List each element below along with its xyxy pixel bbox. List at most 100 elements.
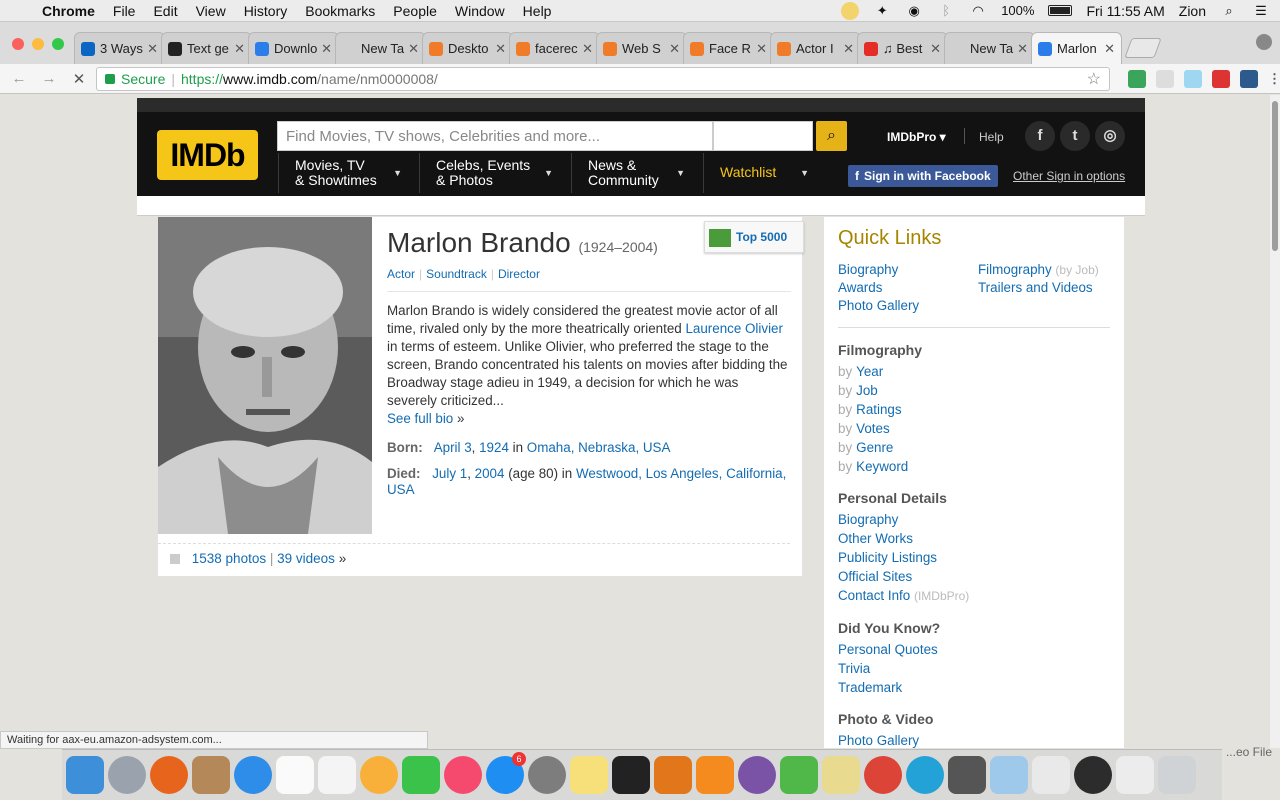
- actor-portrait[interactable]: [158, 217, 372, 534]
- quicktime-icon[interactable]: [1074, 756, 1112, 794]
- stickies-icon[interactable]: [822, 756, 860, 794]
- videos-link[interactable]: 39 videos: [277, 551, 335, 566]
- filmography-sort-link[interactable]: Votes: [856, 421, 890, 436]
- imdbpro-link[interactable]: IMDbPro ▾: [887, 130, 946, 144]
- other-works-link[interactable]: Other Works: [838, 531, 913, 546]
- browser-tab[interactable]: Face R ✕: [683, 32, 774, 64]
- scrollbar-thumb[interactable]: [1272, 101, 1278, 251]
- personal-quotes-link[interactable]: Personal Quotes: [838, 642, 938, 657]
- calendar-icon[interactable]: [276, 756, 314, 794]
- extension-grey-icon[interactable]: [1156, 70, 1174, 88]
- back-button[interactable]: ←: [8, 70, 30, 87]
- search-icon[interactable]: ⌕: [816, 121, 847, 151]
- nav-news[interactable]: News & Community ▼: [571, 153, 695, 193]
- menu-help[interactable]: Help: [523, 3, 552, 19]
- birth-place-link[interactable]: Omaha, Nebraska, USA: [527, 440, 671, 455]
- twitter-icon[interactable]: t: [1060, 121, 1090, 151]
- tab-close-icon[interactable]: ✕: [147, 41, 158, 57]
- menu-view[interactable]: View: [196, 3, 226, 19]
- viber-icon[interactable]: [738, 756, 776, 794]
- address-bar[interactable]: Secure | https:// www.imdb.com /name/nm0…: [96, 67, 1110, 91]
- help-link[interactable]: Help: [979, 130, 1004, 144]
- maximize-window-button[interactable]: [52, 38, 64, 50]
- personal-biography-link[interactable]: Biography: [838, 512, 898, 527]
- facebook-signin-button[interactable]: f Sign in with Facebook: [848, 165, 998, 187]
- search-input[interactable]: Find Movies, TV shows, Celebrities and m…: [277, 121, 713, 151]
- quick-biography-link[interactable]: Biography: [838, 262, 978, 277]
- utorrent-icon[interactable]: [780, 756, 818, 794]
- profile-icon[interactable]: [1256, 34, 1272, 50]
- death-year-link[interactable]: 2004: [475, 466, 505, 481]
- safari-icon[interactable]: [234, 756, 272, 794]
- notes-icon[interactable]: [570, 756, 608, 794]
- photos-link[interactable]: 1538 photos: [192, 551, 266, 566]
- trademark-link[interactable]: Trademark: [838, 680, 902, 695]
- vlc-icon[interactable]: [696, 756, 734, 794]
- battery-icon[interactable]: [1048, 5, 1073, 16]
- role-actor-link[interactable]: Actor: [387, 267, 415, 281]
- tab-close-icon[interactable]: ✕: [495, 41, 506, 57]
- tab-close-icon[interactable]: ✕: [321, 41, 332, 57]
- menu-window[interactable]: Window: [455, 3, 505, 19]
- record-icon[interactable]: ◉: [905, 3, 923, 18]
- tab-close-icon[interactable]: ✕: [669, 41, 680, 57]
- minimize-window-button[interactable]: [32, 38, 44, 50]
- tab-close-icon[interactable]: ✕: [408, 41, 419, 57]
- notification-center-icon[interactable]: ☰: [1252, 3, 1270, 18]
- forward-button[interactable]: →: [38, 70, 60, 87]
- filmography-sort-link[interactable]: Ratings: [856, 402, 901, 417]
- tab-close-icon[interactable]: ✕: [1017, 41, 1028, 57]
- tab-close-icon[interactable]: ✕: [234, 41, 245, 57]
- menu-bookmarks[interactable]: Bookmarks: [305, 3, 375, 19]
- other-signin-link[interactable]: Other Sign in options: [1013, 169, 1125, 183]
- browser-tab[interactable]: Downlo ✕: [248, 32, 339, 64]
- chrome-menu-icon[interactable]: ⋮: [1268, 70, 1280, 88]
- official-sites-link[interactable]: Official Sites: [838, 569, 912, 584]
- facetime-icon[interactable]: [402, 756, 440, 794]
- filmography-sort-link[interactable]: Keyword: [856, 459, 908, 474]
- filmography-sort-link[interactable]: Year: [856, 364, 883, 379]
- menu-file[interactable]: File: [113, 3, 136, 19]
- new-tab-button[interactable]: [1124, 38, 1162, 58]
- trash-icon[interactable]: [1158, 756, 1196, 794]
- extension-save-icon[interactable]: [1240, 70, 1258, 88]
- virtualbox-icon[interactable]: [990, 756, 1028, 794]
- death-date-link[interactable]: July 1: [432, 466, 467, 481]
- starmeter-badge[interactable]: Top 5000: [704, 221, 804, 253]
- markdown-icon[interactable]: [906, 756, 944, 794]
- instagram-icon[interactable]: ◎: [1095, 121, 1125, 151]
- wifi-icon[interactable]: ◠: [969, 3, 987, 18]
- bookmark-star-icon[interactable]: ☆: [1087, 69, 1101, 89]
- photos-icon[interactable]: [360, 756, 398, 794]
- browser-tab[interactable]: Deskto ✕: [422, 32, 513, 64]
- menu-people[interactable]: People: [393, 3, 437, 19]
- see-full-bio-link[interactable]: See full bio: [387, 411, 453, 426]
- nav-movies-tv[interactable]: Movies, TV & Showtimes ▼: [278, 153, 412, 193]
- publicity-listings-link[interactable]: Publicity Listings: [838, 550, 937, 565]
- browser-tab[interactable]: 3 Ways ✕: [74, 32, 165, 64]
- browser-tab[interactable]: New Tab✕: [335, 32, 426, 64]
- nav-watchlist[interactable]: Watchlist ▼: [703, 153, 819, 193]
- spotlight-search-icon[interactable]: ⌕: [1220, 3, 1238, 18]
- bluetooth-icon[interactable]: ᛒ: [937, 3, 955, 18]
- quick-awards-link[interactable]: Awards: [838, 280, 978, 295]
- browser-tab[interactable]: facerec ✕: [509, 32, 600, 64]
- laurence-olivier-link[interactable]: Laurence Olivier: [685, 321, 783, 336]
- contacts-icon[interactable]: [192, 756, 230, 794]
- sublime-text-icon[interactable]: [654, 756, 692, 794]
- filmography-sort-link[interactable]: Genre: [856, 440, 893, 455]
- search-category-select[interactable]: [713, 121, 813, 151]
- browser-tab[interactable]: Text ge ✕: [161, 32, 252, 64]
- birth-date-link[interactable]: April 3: [434, 440, 472, 455]
- role-soundtrack-link[interactable]: Soundtrack: [426, 267, 487, 281]
- extension-red-icon[interactable]: [1212, 70, 1230, 88]
- tab-close-icon[interactable]: ✕: [582, 41, 593, 57]
- downloads-stack-icon[interactable]: [1116, 756, 1154, 794]
- imdb-logo[interactable]: IMDb: [157, 130, 258, 180]
- tab-close-icon[interactable]: ✕: [1104, 41, 1115, 57]
- tab-close-icon[interactable]: ✕: [756, 41, 767, 57]
- facebook-icon[interactable]: f: [1025, 121, 1055, 151]
- tab-close-icon[interactable]: ✕: [930, 41, 941, 57]
- terminal-icon[interactable]: [612, 756, 650, 794]
- quick-trailers-link[interactable]: Trailers and Videos: [978, 280, 1118, 295]
